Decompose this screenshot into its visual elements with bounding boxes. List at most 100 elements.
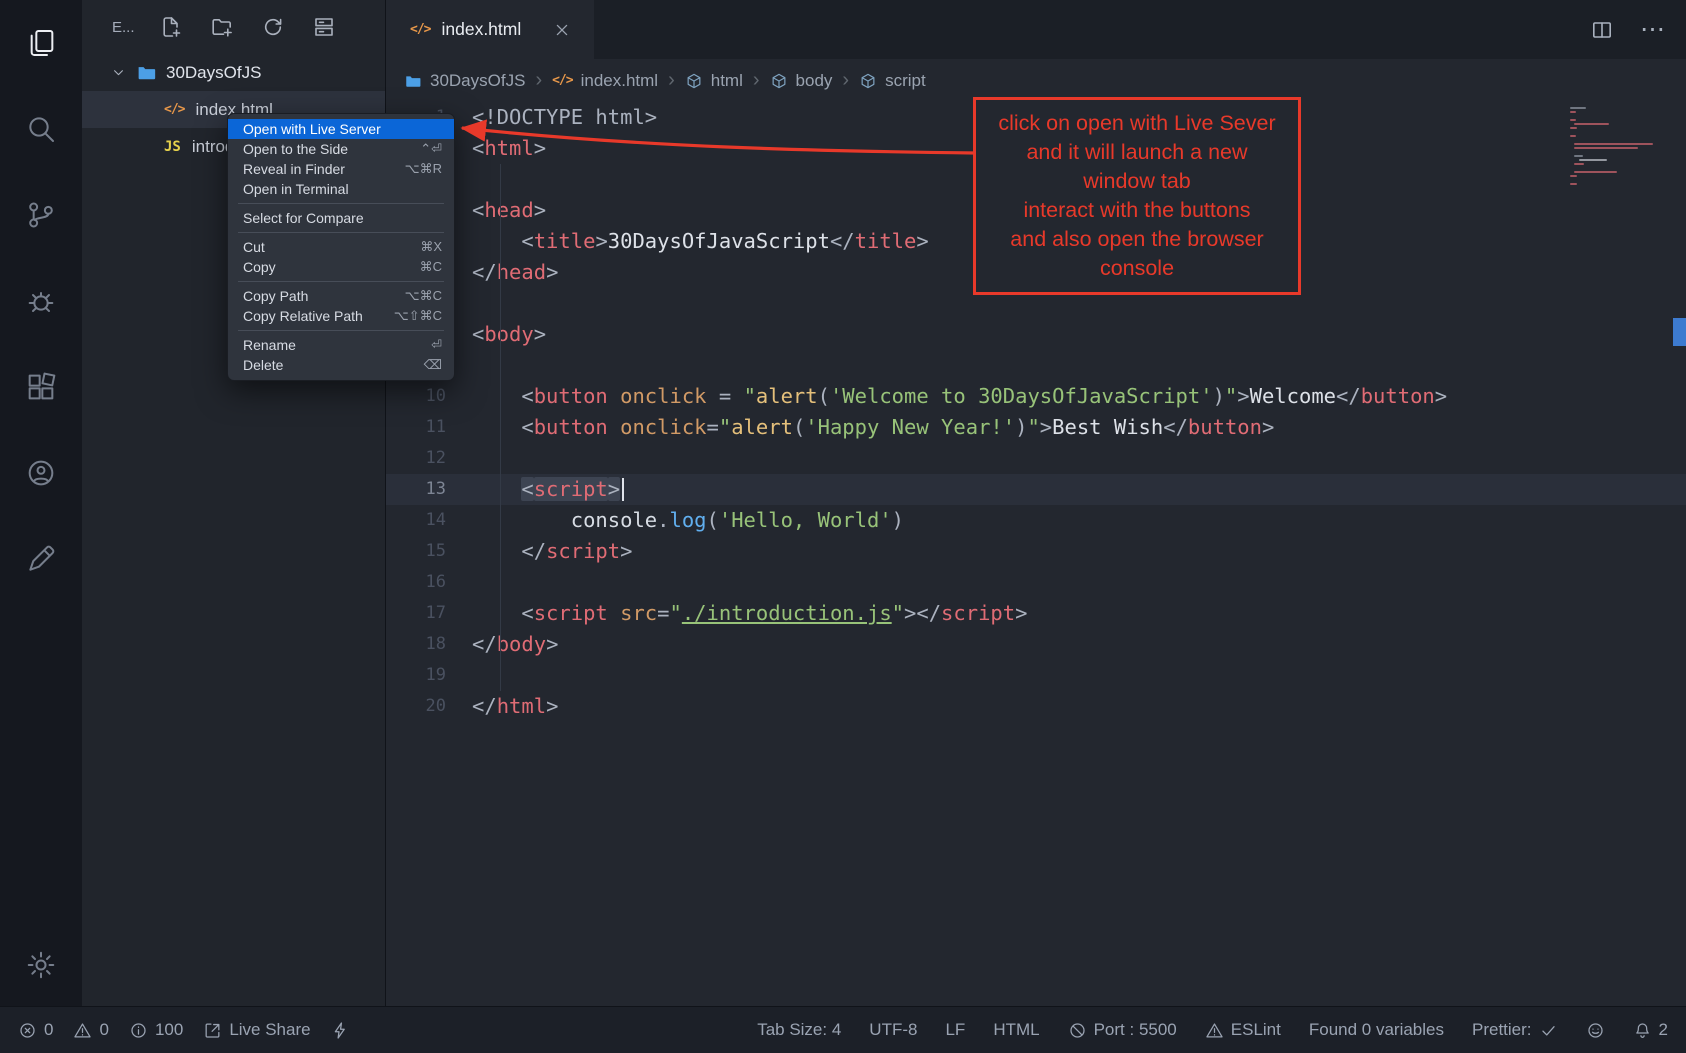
folder-name: 30DaysOfJS <box>166 63 261 83</box>
line-number: 19 <box>386 660 472 691</box>
pen-icon[interactable] <box>25 543 57 575</box>
close-tab-icon[interactable] <box>552 20 572 40</box>
folder-icon <box>404 72 422 90</box>
code-line-9[interactable]: 9 <box>386 350 1686 381</box>
explorer-title: E... <box>112 19 135 36</box>
activity-bar <box>0 0 82 1006</box>
status-left: 0 0 100 Live Share <box>18 1020 350 1040</box>
js-file-icon: JS <box>164 140 181 154</box>
status-label: Live Share <box>229 1020 310 1040</box>
tab-index-html[interactable]: </> index.html <box>386 0 594 59</box>
menu-item-open-in-terminal[interactable]: Open in Terminal <box>228 179 454 199</box>
more-actions-icon[interactable]: ⋯ <box>1640 17 1666 42</box>
error-circle-icon <box>18 1021 37 1040</box>
status-100[interactable]: 100 <box>129 1020 183 1040</box>
breadcrumb-script[interactable]: script <box>859 71 926 91</box>
menu-item-delete[interactable]: Delete⌫ <box>228 355 454 375</box>
new-folder-icon[interactable] <box>210 15 234 39</box>
status-live-share[interactable]: Live Share <box>203 1020 310 1040</box>
code-line-8[interactable]: 8<body> <box>386 319 1686 350</box>
status-html[interactable]: HTML <box>993 1020 1039 1040</box>
status-port-5500[interactable]: Port : 5500 <box>1068 1020 1177 1040</box>
status-found-0-variables[interactable]: Found 0 variables <box>1309 1020 1444 1040</box>
debug-icon[interactable] <box>25 285 57 317</box>
code-line-16[interactable]: 16 <box>386 567 1686 598</box>
minimap[interactable] <box>1570 107 1660 187</box>
search-icon[interactable] <box>25 113 57 145</box>
code-line-17[interactable]: 17 <script src="./introduction.js"></scr… <box>386 598 1686 629</box>
code-line-15[interactable]: 15 </script> <box>386 536 1686 567</box>
text-cursor <box>622 478 624 501</box>
status-2[interactable]: 2 <box>1633 1020 1668 1040</box>
status-0[interactable]: 0 <box>18 1020 53 1040</box>
status-label: 100 <box>155 1020 183 1040</box>
status-0[interactable]: 0 <box>73 1020 108 1040</box>
folder-row-30daysofjs[interactable]: 30DaysOfJS <box>82 54 385 91</box>
split-editor-icon[interactable] <box>1590 18 1614 42</box>
menu-item-cut[interactable]: Cut⌘X <box>228 237 454 257</box>
new-file-icon[interactable] <box>159 15 183 39</box>
code-line-18[interactable]: 18</body> <box>386 629 1686 660</box>
refresh-icon[interactable] <box>261 15 285 39</box>
code-line-12[interactable]: 12 <box>386 443 1686 474</box>
collapse-all-icon[interactable] <box>312 15 336 39</box>
menu-separator <box>238 330 444 331</box>
tab-bar: </> index.html ⋯ <box>386 0 1686 59</box>
status-bolt[interactable] <box>331 1021 350 1040</box>
status-utf-8[interactable]: UTF-8 <box>869 1020 917 1040</box>
menu-item-copy-path[interactable]: Copy Path⌥⌘C <box>228 286 454 306</box>
annotation-box: click on open with Live Sever and it wil… <box>973 97 1301 295</box>
menu-item-open-to-the-side[interactable]: Open to the Side⌃⏎ <box>228 139 454 159</box>
annotation-line: console <box>980 254 1294 283</box>
menu-item-reveal-in-finder[interactable]: Reveal in Finder⌥⌘R <box>228 159 454 179</box>
breadcrumb-body[interactable]: body <box>770 71 833 91</box>
menu-shortcut: ⌘X <box>408 239 442 255</box>
menu-item-rename[interactable]: Rename⏎ <box>228 335 454 355</box>
line-number: 12 <box>386 443 472 474</box>
menu-item-copy[interactable]: Copy⌘C <box>228 257 454 277</box>
breadcrumb-label: index.html <box>581 71 658 91</box>
menu-item-select-for-compare[interactable]: Select for Compare <box>228 208 454 228</box>
live-share-icon[interactable] <box>25 457 57 489</box>
line-number: 18 <box>386 629 472 660</box>
html-file-icon: </> <box>410 23 430 36</box>
breadcrumb-label: script <box>885 71 926 91</box>
status-tab-size-4[interactable]: Tab Size: 4 <box>757 1020 841 1040</box>
status-prettier-[interactable]: Prettier: <box>1472 1020 1558 1040</box>
menu-shortcut: ⌃⏎ <box>408 141 442 157</box>
code-line-11[interactable]: 11 <button onclick="alert('Happy New Yea… <box>386 412 1686 443</box>
status-lf[interactable]: LF <box>945 1020 965 1040</box>
menu-item-open-with-live-server[interactable]: Open with Live Server <box>228 119 454 139</box>
status-eslint[interactable]: ESLint <box>1205 1020 1281 1040</box>
files-icon[interactable] <box>25 27 57 59</box>
line-number: 15 <box>386 536 472 567</box>
status-label: 0 <box>99 1020 108 1040</box>
code-line-19[interactable]: 19 <box>386 660 1686 691</box>
activity-bar-top <box>25 27 57 575</box>
breadcrumb-html[interactable]: html <box>685 71 743 91</box>
code-line-14[interactable]: 14 console.log('Hello, World') <box>386 505 1686 536</box>
warning-triangle-icon <box>73 1021 92 1040</box>
extensions-icon[interactable] <box>25 371 57 403</box>
breadcrumb-label: html <box>711 71 743 91</box>
gear-icon[interactable] <box>25 949 57 981</box>
status-smiley[interactable] <box>1586 1021 1605 1040</box>
code-line-13[interactable]: 13 <script> <box>386 474 1686 505</box>
source-control-icon[interactable] <box>25 199 57 231</box>
menu-shortcut: ⌥⇧⌘C <box>382 308 442 324</box>
context-menu: Open with Live ServerOpen to the Side⌃⏎R… <box>227 113 455 381</box>
code-line-20[interactable]: 20</html> <box>386 691 1686 722</box>
menu-item-copy-relative-path[interactable]: Copy Relative Path⌥⇧⌘C <box>228 306 454 326</box>
overview-ruler-marker <box>1673 318 1686 346</box>
code-line-10[interactable]: 10 <button onclick = "alert('Welcome to … <box>386 381 1686 412</box>
status-label: 0 <box>44 1020 53 1040</box>
line-number: 16 <box>386 567 472 598</box>
menu-shortcut: ⌥⌘C <box>393 288 442 304</box>
smiley-icon <box>1586 1021 1605 1040</box>
breadcrumbs: 30DaysOfJS›</>index.html›html›body›scrip… <box>386 59 1686 102</box>
breadcrumb-index-html[interactable]: </>index.html <box>552 71 658 91</box>
line-number: 14 <box>386 505 472 536</box>
annotation-line: interact with the buttons <box>980 196 1294 225</box>
breadcrumb-30daysofjs[interactable]: 30DaysOfJS <box>404 71 525 91</box>
status-label: Port : 5500 <box>1094 1020 1177 1040</box>
